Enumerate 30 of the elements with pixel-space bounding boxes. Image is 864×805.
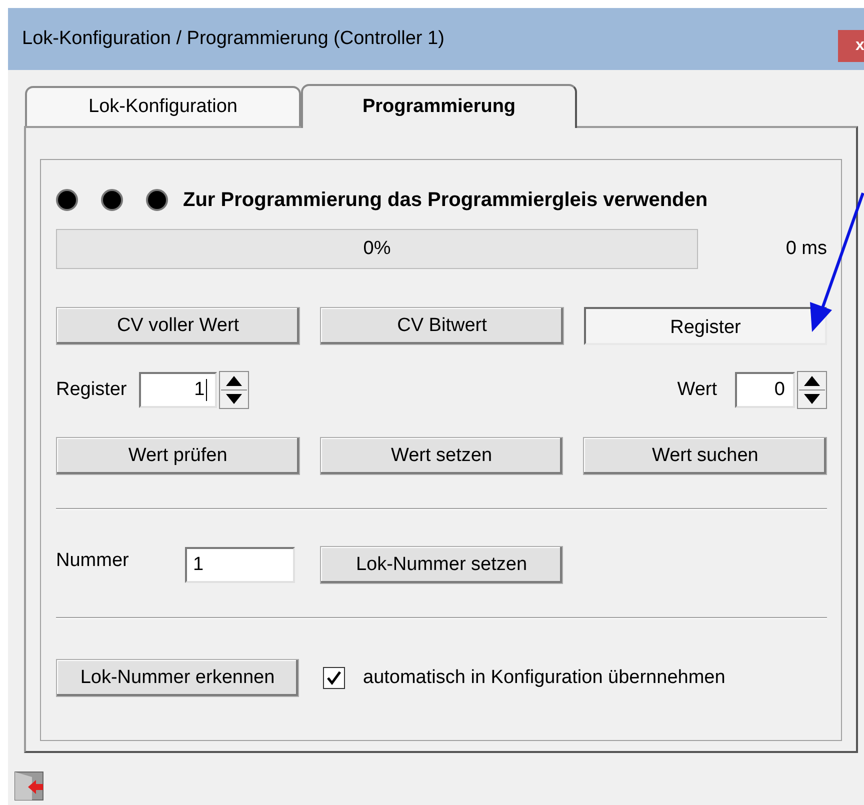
mode-button[interactable]: CV voller Wert [56,307,300,345]
spinner-arrows-icon[interactable] [218,371,249,409]
mode-button[interactable]: CV Bitwert [320,307,564,345]
duration-label: 0 ms [786,236,827,261]
exit-icon[interactable] [14,771,44,801]
number-field[interactable]: 1 [138,372,217,408]
status-lamp-icon [101,189,123,211]
set-number-button[interactable]: Lok-Nummer setzen [320,546,563,584]
value-label: Wert [677,378,717,402]
number-field[interactable]: 0 [735,372,795,408]
status-lamp-icon [56,189,78,211]
tab[interactable]: Lok-Konfiguration [25,86,301,126]
close-button[interactable]: x [838,30,864,62]
mode-button[interactable]: Register [584,307,827,345]
number-label: Nummer [56,548,130,573]
action-button[interactable]: Wert setzen [320,437,564,475]
detect-number-button[interactable]: Lok-Nummer erkennen [56,659,299,697]
number-field[interactable]: 1 [185,547,295,583]
window-title: Lok-Konfiguration / Programmierung (Controller 1) [22,26,444,51]
spinner-arrows-icon[interactable] [797,371,827,409]
action-button[interactable]: Wert suchen [583,437,828,475]
checkbox-label: automatisch in Konfiguration übernnehmen [363,666,726,690]
action-button[interactable]: Wert prüfen [56,437,300,475]
register-label: Register [56,378,127,402]
status-lamp-icon [146,189,168,211]
instruction-heading: Zur Programmierung das Programmiergleis verwenden [183,188,708,213]
checkbox[interactable] [323,667,345,689]
checkmark-icon [326,670,342,686]
tab[interactable]: Programmierung [301,84,577,128]
progress-label: 0% [363,236,391,261]
